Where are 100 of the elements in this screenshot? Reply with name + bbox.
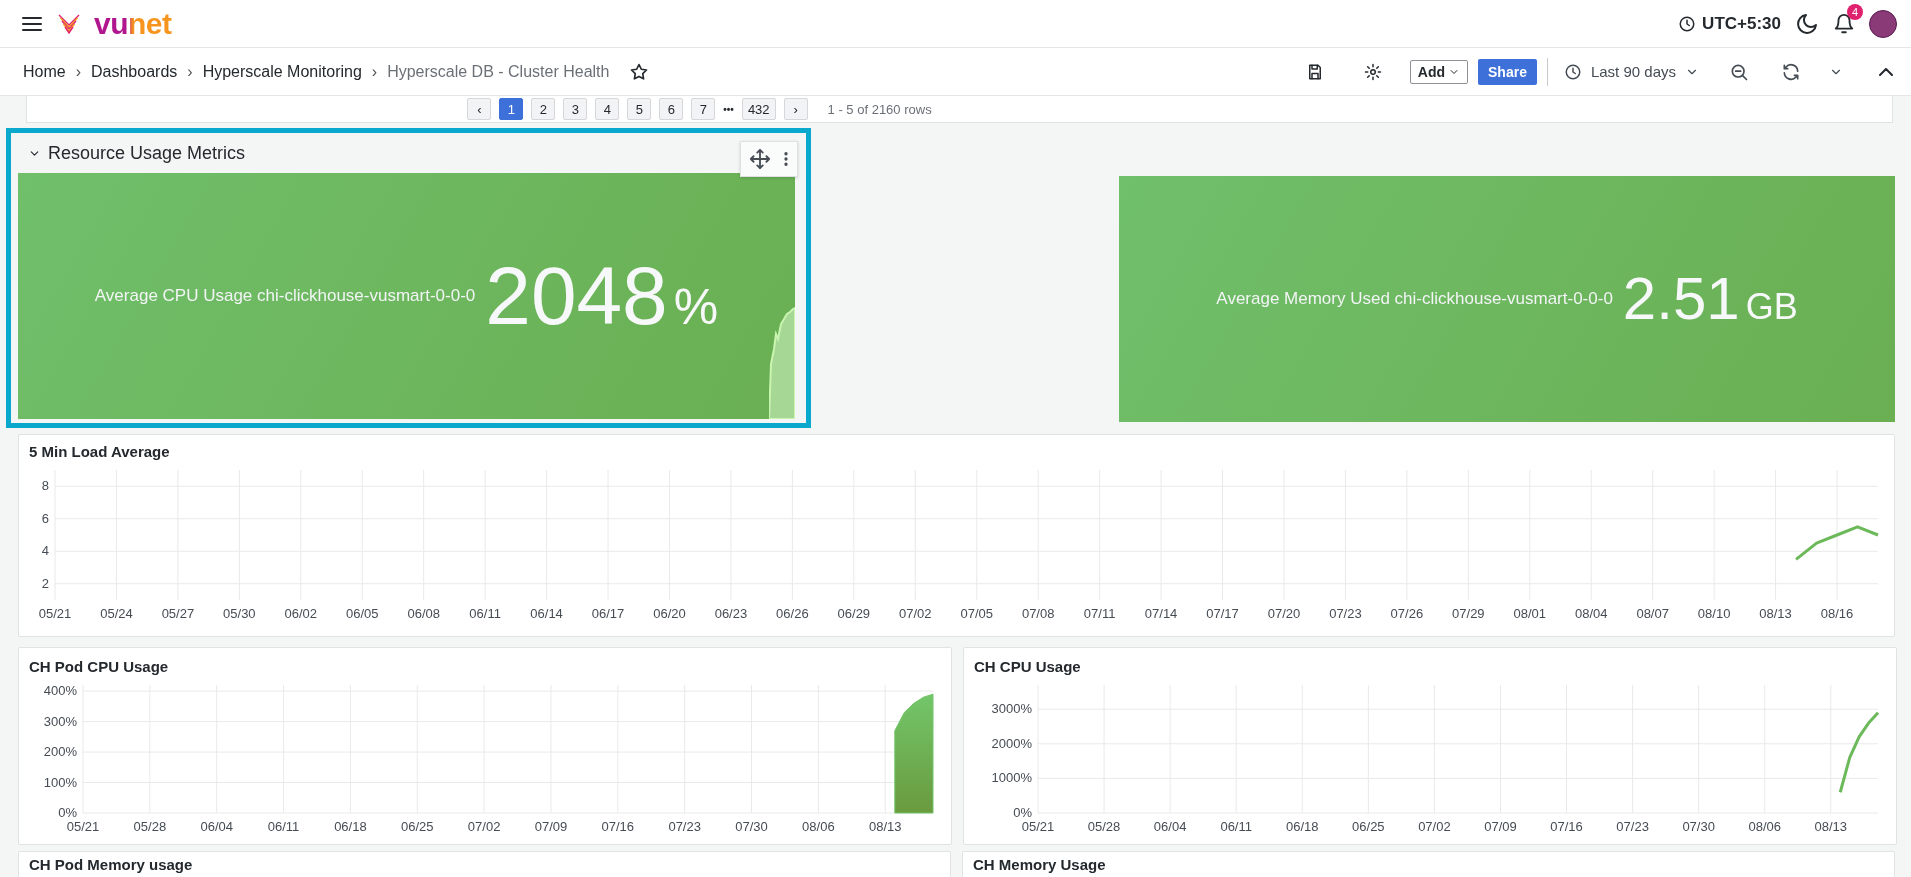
x-tick-label: 05/28 — [1087, 819, 1121, 834]
y-tick-label: 2 — [41, 575, 49, 591]
clock-icon[interactable] — [1678, 14, 1697, 33]
share-button[interactable]: Share — [1478, 58, 1537, 85]
x-tick-label: 08/13 — [868, 819, 902, 834]
chevron-up-icon — [1879, 67, 1893, 76]
x-tick-label: 05/30 — [223, 606, 256, 621]
stat-value: 2.51 GB — [1622, 269, 1798, 329]
y-tick-label: 300% — [43, 713, 77, 729]
page-button[interactable]: 4 — [595, 98, 620, 120]
y-tick-label: 1000% — [991, 770, 1032, 786]
move-button[interactable] — [749, 148, 771, 170]
add-button[interactable]: Add — [1409, 59, 1468, 84]
timezone-button[interactable]: UTC+5:30 — [1678, 13, 1781, 34]
previous-page-button[interactable]: ‹ — [467, 98, 492, 120]
more-button[interactable] — [783, 150, 789, 168]
x-tick-label: 05/21 — [66, 819, 100, 834]
page-button[interactable]: 7 — [691, 98, 716, 120]
panel-title: CH Pod Memory usage — [29, 856, 194, 873]
x-tick-label: 07/29 — [1452, 606, 1485, 621]
avatar[interactable] — [1869, 9, 1897, 38]
y-tick-label: 4 — [41, 543, 49, 559]
panel-title: 5 Min Load Average — [29, 443, 171, 460]
breadcrumb-link[interactable]: Dashboards — [91, 62, 178, 81]
panel-title: CH Pod CPU Usage — [29, 658, 170, 675]
page-button[interactable]: 3 — [563, 98, 588, 120]
breadcrumb-current[interactable]: Hyperscale DB - Cluster Health — [387, 62, 610, 81]
breadcrumb-link[interactable]: Hyperscale Monitoring — [202, 62, 362, 81]
x-tick-label: 07/05 — [960, 606, 993, 621]
theme-button[interactable] — [1795, 11, 1819, 36]
y-tick-label: 6 — [41, 510, 49, 526]
notification-count: 4 — [1847, 3, 1863, 20]
x-tick-label: 06/11 — [469, 606, 501, 621]
panel-title: CH Memory Usage — [973, 856, 1107, 873]
x-tick-label: 07/08 — [1021, 606, 1055, 621]
stat-label: Average CPU Usage chi-clickhouse-vusmart-0-0-0 — [94, 286, 476, 306]
next-page-button[interactable]: › — [783, 98, 808, 120]
page-button[interactable]: 6 — [659, 98, 684, 120]
x-tick-label: 05/21 — [38, 606, 72, 621]
ellipsis: ••• — [723, 103, 734, 115]
x-tick-label: 08/16 — [1820, 606, 1854, 621]
page-button[interactable]: 5 — [627, 98, 652, 120]
x-tick-label: 06/25 — [1352, 819, 1385, 834]
x-tick-label: 05/28 — [133, 819, 167, 834]
x-tick-label: 07/16 — [1550, 819, 1583, 834]
x-tick-label: 05/24 — [100, 606, 133, 621]
page-button[interactable]: 432 — [741, 98, 776, 120]
stat-label: Average Memory Used chi-clickhouse-vusmart-0-0-0 — [1216, 289, 1613, 309]
x-tick-label: 06/04 — [1153, 819, 1187, 834]
x-tick-label: 07/09 — [1484, 819, 1517, 834]
x-tick-label: 06/20 — [653, 606, 686, 621]
x-tick-label: 07/09 — [534, 819, 568, 834]
panel-title: CH CPU Usage — [974, 658, 1082, 675]
x-tick-label: 08/01 — [1513, 606, 1547, 621]
x-tick-label: 06/05 — [345, 606, 379, 621]
x-tick-label: 05/21 — [1021, 819, 1055, 834]
x-tick-label: 07/16 — [601, 819, 635, 834]
y-tick-label: 0% — [58, 805, 77, 820]
x-tick-label: 08/07 — [1636, 606, 1669, 621]
breadcrumb-link[interactable]: Home — [23, 62, 66, 81]
x-tick-label: 07/23 — [1616, 819, 1649, 834]
refresh-button[interactable] — [1781, 61, 1801, 82]
settings-button[interactable] — [1363, 62, 1382, 81]
x-tick-label: 06/11 — [267, 819, 300, 834]
x-tick-label: 07/20 — [1267, 606, 1301, 621]
y-tick-label: 400% — [43, 683, 77, 699]
x-tick-label: 06/25 — [401, 819, 434, 834]
x-tick-label: 07/26 — [1390, 606, 1424, 621]
clock-icon[interactable] — [1563, 62, 1582, 81]
y-tick-label: 0% — [1013, 805, 1032, 820]
page-button[interactable]: 1 — [499, 98, 524, 120]
x-tick-label: 08/13 — [1759, 606, 1792, 621]
x-tick-label: 06/04 — [200, 819, 233, 834]
x-tick-label: 07/23 — [1329, 606, 1362, 621]
x-tick-label: 06/26 — [776, 606, 809, 621]
x-tick-label: 06/18 — [334, 819, 367, 834]
time-range-button[interactable]: Last 90 days — [1557, 61, 1705, 82]
stat-value: 2048% — [485, 255, 719, 337]
x-tick-label: 06/08 — [407, 606, 440, 621]
x-tick-label: 06/11 — [1220, 819, 1252, 834]
x-tick-label: 05/27 — [161, 606, 195, 621]
x-tick-label: 06/29 — [837, 606, 871, 621]
x-tick-label: 06/17 — [591, 606, 625, 621]
row-title: Resource Usage Metrics — [48, 142, 246, 164]
x-tick-label: 07/02 — [899, 606, 932, 621]
breadcrumb-separator: › — [75, 62, 81, 81]
x-tick-label: 07/23 — [668, 819, 701, 834]
y-tick-label: 8 — [41, 478, 49, 494]
x-tick-label: 07/17 — [1206, 606, 1239, 621]
x-tick-label: 06/02 — [284, 606, 318, 621]
x-tick-label: 06/18 — [1286, 819, 1319, 834]
x-tick-label: 08/10 — [1697, 606, 1731, 621]
star-button[interactable] — [629, 61, 650, 82]
breadcrumb-separator: › — [371, 62, 378, 81]
page-button[interactable]: 2 — [531, 98, 556, 120]
y-tick-label: 100% — [43, 774, 77, 790]
x-tick-label: 07/02 — [467, 819, 501, 834]
x-tick-label: 07/11 — [1083, 606, 1116, 621]
x-tick-label: 07/14 — [1144, 606, 1178, 621]
x-tick-label: 07/02 — [1418, 819, 1451, 834]
